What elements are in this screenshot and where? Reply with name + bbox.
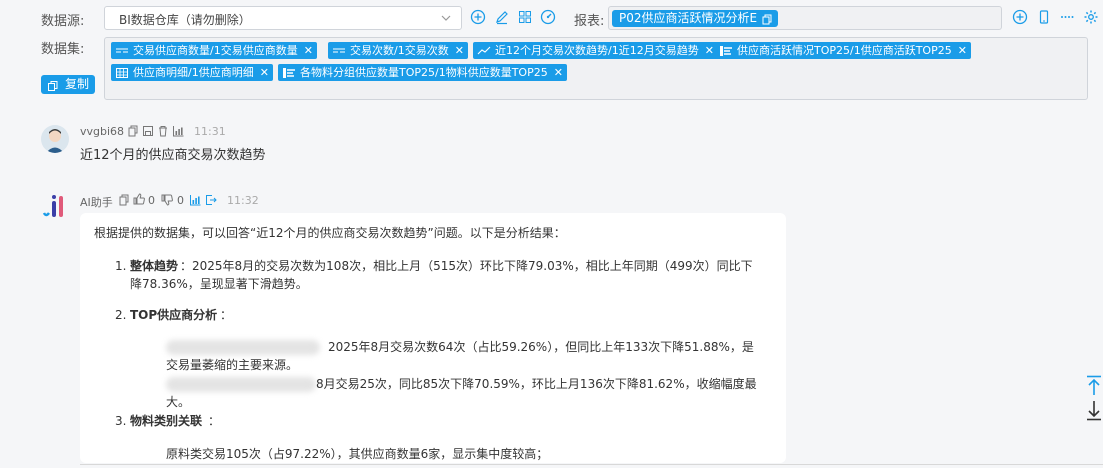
item-colon: ： (220, 308, 233, 322)
dataset-tag[interactable]: 供应商明细/1供应商明细 ✕ (111, 64, 273, 81)
more-icon[interactable] (1059, 9, 1075, 25)
scroll-top-icon[interactable] (1085, 375, 1103, 397)
report-tag[interactable]: P02供应商活跃情况分析E (612, 10, 779, 27)
chart-icon[interactable] (189, 194, 201, 206)
close-icon[interactable]: ✕ (304, 42, 313, 59)
report-tag-label: P02供应商活跃情况分析E (619, 11, 758, 25)
copy-button-label: 复制 (65, 77, 90, 91)
dataset-tag-label: 供应商明细/1供应商明细 (133, 66, 254, 79)
close-icon[interactable]: ✕ (554, 64, 563, 81)
dataset-tag[interactable]: 各物料分组供应数量TOP25/1物料供应数量TOP25 ✕ (278, 64, 567, 81)
dataset-tag[interactable]: 近12个月交易次数趋势/1近12月交易趋势 ✕ (473, 42, 718, 59)
ai-answer-card: 根据提供的数据集，可以回答“近12个月的供应商交易次数趋势”问题。以下是分析结果… (80, 213, 786, 463)
item-title: 物料类别关联 (130, 414, 203, 428)
close-icon[interactable]: ✕ (455, 42, 464, 59)
user-name: vvgbi68 (80, 125, 125, 138)
edit-icon[interactable] (494, 9, 510, 25)
divider (80, 464, 1103, 465)
mobile-icon[interactable] (1036, 9, 1052, 25)
dataset-tag-label: 供应商活跃情况TOP25/1供应商活跃TOP25 (737, 44, 952, 57)
dataset-tag[interactable]: 交易次数/1交易次数 ✕ (328, 42, 468, 59)
add-circle-icon[interactable] (470, 9, 486, 25)
copy-icon (762, 13, 772, 25)
ai-message-time: 11:32 (227, 194, 259, 207)
redacted-text (166, 377, 316, 392)
copy-icon[interactable] (127, 125, 139, 137)
export-icon[interactable] (205, 194, 217, 206)
line-chart-icon (332, 45, 346, 57)
sub-item-text: 8月交易25次，同比85次下降70.59%，环比上月136次下降81.62%，收… (316, 377, 757, 391)
trend-line-icon (477, 45, 491, 57)
bar-chart-icon (719, 45, 733, 57)
dislikes-count: 0 (177, 194, 184, 207)
grid-icon[interactable] (517, 9, 533, 25)
sub-item-text: 2025年8月交易次数64次（占比59.26%），但同比上年133次下降51.8… (328, 340, 754, 354)
report-select[interactable]: P02供应商活跃情况分析E (608, 6, 1002, 30)
add-report-icon[interactable] (1012, 9, 1028, 25)
close-icon[interactable]: ✕ (260, 64, 269, 81)
dataset-tag-label: 近12个月交易次数趋势/1近12月交易趋势 (495, 44, 699, 57)
thumbs-down-icon[interactable] (161, 194, 173, 206)
dataset-label: 数据集: (41, 42, 85, 57)
user-message-time: 11:31 (194, 125, 226, 138)
likes-count: 0 (148, 194, 155, 207)
thumbs-up-icon[interactable] (133, 193, 145, 205)
item-text: 降78.36%，呈现显著下滑趋势。 (130, 277, 308, 291)
dataset-tag[interactable]: 交易供应商数量/1交易供应商数量 ✕ (111, 42, 317, 59)
dataset-tag-label: 交易次数/1交易次数 (350, 44, 449, 57)
report-label: 报表: (574, 14, 605, 29)
copy-button[interactable]: 复制 (41, 75, 95, 94)
ai-name: AI助手 (80, 196, 113, 209)
delete-icon[interactable] (157, 125, 169, 137)
close-icon[interactable]: ✕ (958, 42, 967, 59)
chevron-down-icon (439, 11, 453, 25)
line-chart-icon (115, 45, 129, 57)
dashboard-gauge-icon[interactable] (540, 9, 556, 25)
datasource-value: BI数据仓库（请勿删除） (119, 13, 251, 27)
user-avatar (41, 125, 69, 153)
list-number: 3. (115, 414, 127, 428)
answer-intro: 根据提供的数据集，可以回答“近12个月的供应商交易次数趋势”问题。以下是分析结果… (94, 226, 566, 240)
scroll-bottom-icon[interactable] (1085, 399, 1103, 421)
sub-item-text: 原料类交易105次（占97.22%），其供应商数量6家，显示集中度较高； (166, 447, 549, 461)
copy-icon (47, 79, 59, 91)
dataset-tag-label: 各物料分组供应数量TOP25/1物料供应数量TOP25 (300, 66, 548, 79)
sub-item-text: 大。 (166, 395, 191, 409)
list-number: 1. (115, 259, 127, 273)
redacted-text (166, 340, 320, 355)
chart-icon[interactable] (172, 125, 184, 137)
settings-gear-icon[interactable] (1083, 9, 1099, 25)
bar-chart-icon (282, 67, 296, 79)
item-title: 整体趋势 (130, 259, 179, 273)
table-icon (115, 67, 129, 79)
sub-item-text: 交易量萎缩的主要来源。 (166, 358, 299, 372)
dataset-box[interactable]: 交易供应商数量/1交易供应商数量 ✕ 交易次数/1交易次数 ✕ 近12个月交易次… (104, 37, 1088, 100)
dataset-tag[interactable]: 供应商活跃情况TOP25/1供应商活跃TOP25 ✕ (715, 42, 971, 59)
ai-avatar (41, 193, 69, 221)
datasource-label: 数据源: (41, 14, 85, 29)
save-icon[interactable] (142, 125, 154, 137)
list-number: 2. (115, 308, 127, 322)
datasource-select[interactable]: BI数据仓库（请勿删除） (104, 6, 462, 30)
close-icon[interactable]: ✕ (705, 42, 714, 59)
dataset-tag-label: 交易供应商数量/1交易供应商数量 (133, 44, 298, 57)
copy-icon[interactable] (118, 194, 130, 206)
user-message-text: 近12个月的供应商交易次数趋势 (80, 148, 266, 163)
item-colon: ： (208, 414, 221, 428)
item-text: ：2025年8月的交易次数为108次，相比上月（515次）环比下降79.03%，… (180, 259, 753, 273)
item-title: TOP供应商分析 (130, 308, 218, 322)
